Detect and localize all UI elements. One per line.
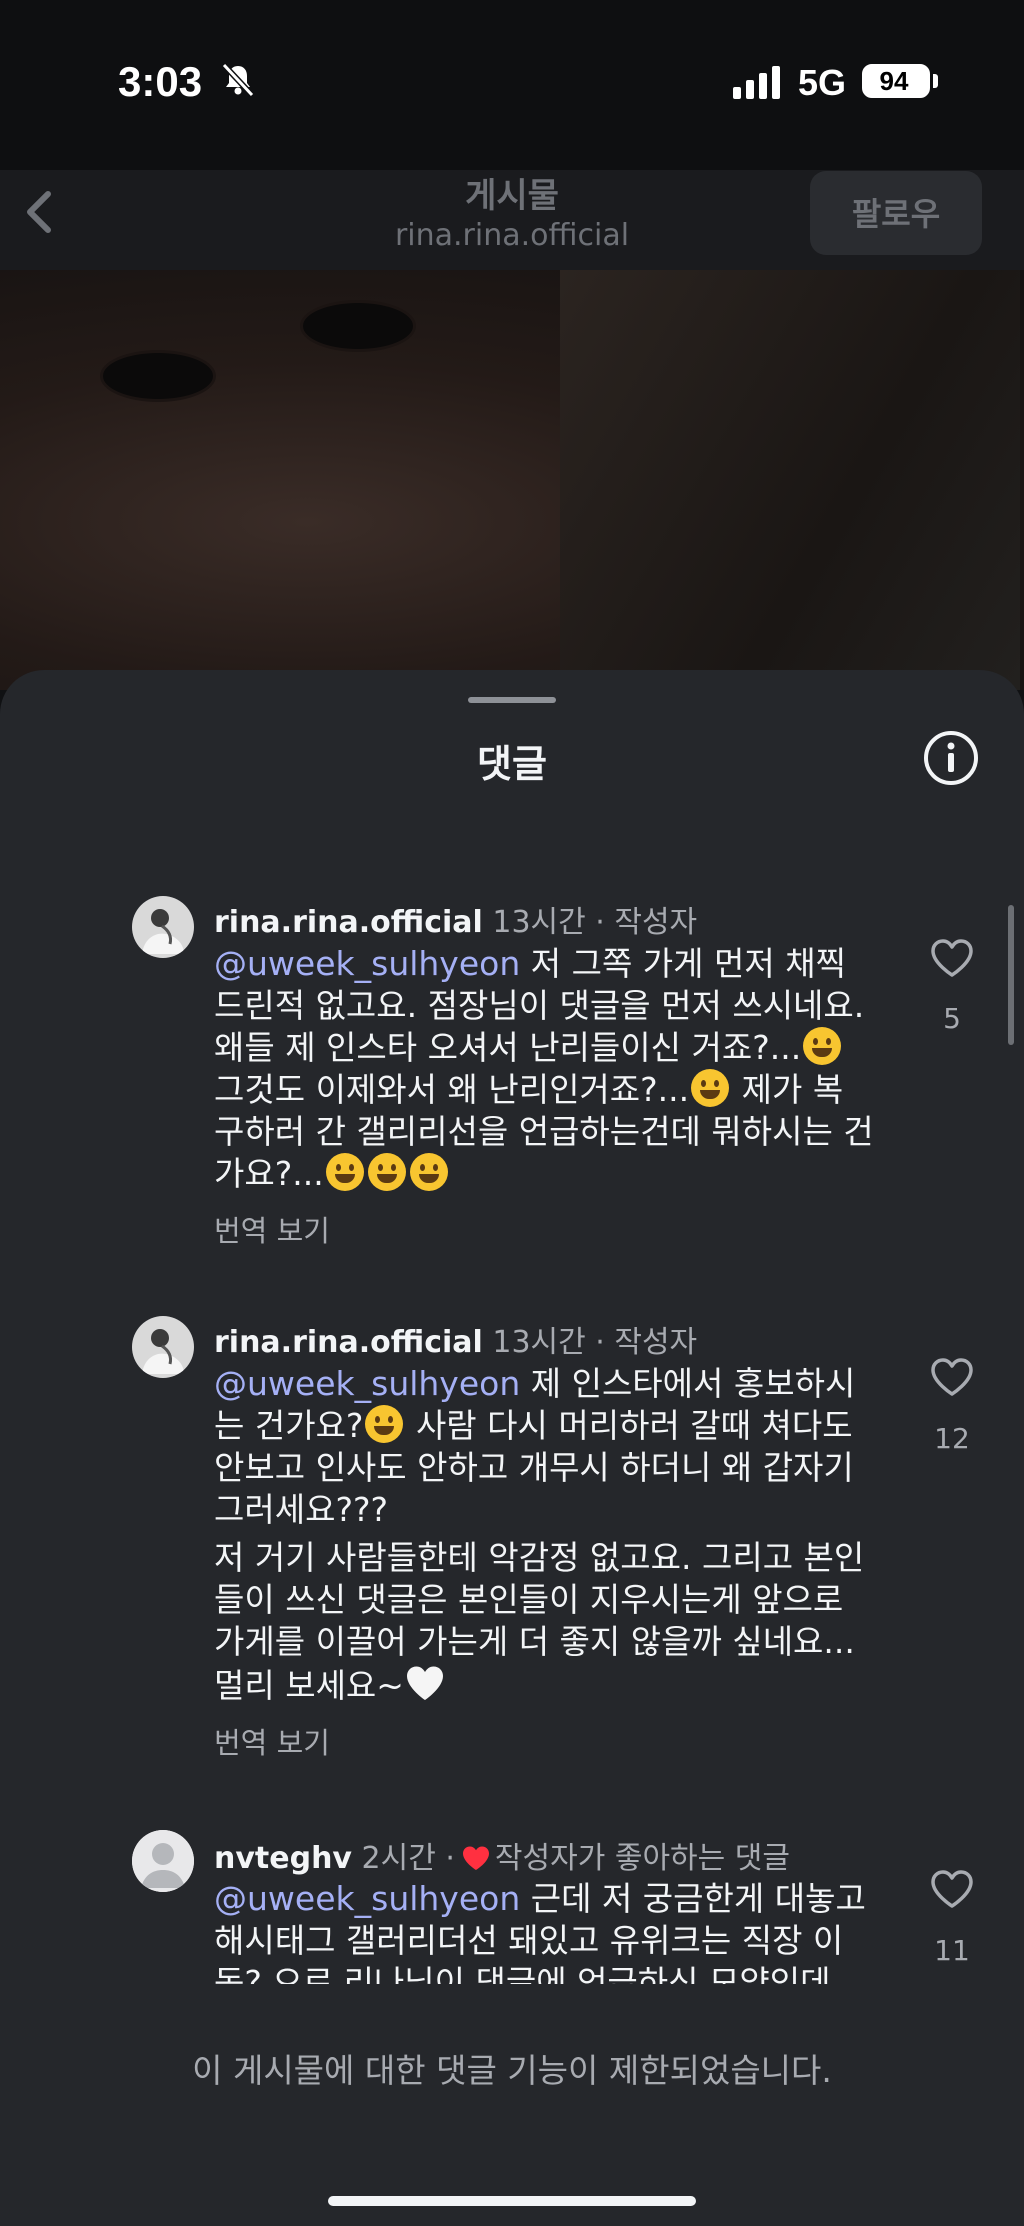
- like-count: 12: [934, 1422, 970, 1455]
- mention-link[interactable]: @uweek_sulhyeon: [214, 1879, 520, 1918]
- comment-text: 동? 으로 리나님이 댓글에 언급하신 모양인데: [214, 1963, 831, 1984]
- comment-username[interactable]: rina.rina.official: [214, 1325, 483, 1360]
- author-liked-heart-icon: [462, 1846, 489, 1870]
- photo-hair-region: [560, 270, 1020, 690]
- comment-text: 가게를 이끌어 가는게 더 좋지 않을까 싶네요...: [214, 1622, 855, 1661]
- grinning-face-emoji: [325, 1153, 364, 1191]
- comments-restricted-footer: [0, 1984, 1024, 2226]
- battery-icon: 94: [862, 64, 930, 98]
- clipped-previous-comment: [130, 812, 290, 820]
- mention-link[interactable]: @uweek_sulhyeon: [214, 944, 520, 983]
- battery-level: 94: [879, 66, 909, 96]
- comment-text: 안보고 인사도 안하고 개무시 하더니 왜 갑자기: [214, 1448, 854, 1487]
- cellular-signal-icon: [733, 63, 780, 99]
- home-indicator[interactable]: [328, 2196, 696, 2206]
- like-count: 5: [943, 1002, 961, 1035]
- scrollbar[interactable]: [1008, 905, 1014, 1045]
- comment-text: 그것도 이제와서 왜 난리인거죠?...: [214, 1070, 690, 1109]
- comment-body: @uweek_sulhyeon 저 그쪽 가게 먼저 채찍 드린적 없고요. 점…: [214, 943, 874, 1195]
- comment-text: 사람 다시 머리하러 갈때 쳐다도: [405, 1406, 853, 1445]
- post-photo: [0, 270, 1024, 690]
- comments-restricted-message: 이 게시물에 대한 댓글 기능이 제한되었습니다.: [192, 2051, 832, 2090]
- comment-body-paragraph: 저 거기 사람들한테 악감정 없고요. 그리고 본인 들이 쓰신 댓글은 본인들…: [214, 1537, 874, 1707]
- avatar[interactable]: [132, 1316, 194, 1378]
- comment-body: @uweek_sulhyeon 제 인스타에서 홍보하시 는 건가요? 사람 다…: [214, 1363, 874, 1531]
- avatar[interactable]: [132, 1830, 194, 1892]
- battery-tip: [933, 74, 938, 88]
- comment-body: @uweek_sulhyeon 근데 저 궁금한게 대놓고 해시태그 갤러리더선…: [214, 1878, 874, 1984]
- comment-username[interactable]: rina.rina.official: [214, 905, 483, 940]
- comment-text: 저 그쪽 가게 먼저 채찍: [520, 944, 846, 983]
- heart-icon[interactable]: [929, 1868, 975, 1910]
- comment-text: 그러세요???: [214, 1490, 388, 1529]
- avatar[interactable]: [132, 896, 194, 958]
- comment-text: 들이 쓰신 댓글은 본인들이 지우시는게 앞으로: [214, 1580, 844, 1619]
- comment-text: 멀리 보세요~: [214, 1666, 404, 1705]
- bell-muted-icon: [221, 62, 255, 98]
- comment-text: 근데 저 궁금한게 대놓고: [520, 1879, 866, 1918]
- heart-icon[interactable]: [929, 1356, 975, 1398]
- liked-by-author-label: 작성자가 좋아하는 댓글: [494, 1841, 790, 1876]
- like-count: 11: [934, 1934, 970, 1967]
- comment-meta: 13시간 · 작성자: [492, 905, 698, 940]
- comment-text: 구하러 간 갤리리선을 언급하는건데 뭐하시는 건: [214, 1112, 874, 1151]
- comment-text: 드린적 없고요. 점장님이 댓글을 먼저 쓰시네요.: [214, 986, 865, 1025]
- translate-link[interactable]: 번역 보기: [214, 1720, 330, 1762]
- sheet-drag-handle[interactable]: [468, 697, 556, 703]
- comment-text: 저 거기 사람들한테 악감정 없고요. 그리고 본인: [214, 1538, 865, 1577]
- tears-of-joy-emoji: [365, 1405, 404, 1443]
- default-avatar-icon: [132, 1830, 194, 1892]
- photo-eye-left: [100, 350, 216, 402]
- white-heart-emoji-icon: [406, 1666, 443, 1700]
- comment-text: 왜들 제 인스타 오셔서 난리들이신 거죠?...: [214, 1028, 802, 1067]
- status-time: 3:03: [118, 58, 203, 105]
- comment-text: 가요?...: [214, 1154, 324, 1193]
- comment-text: 는 건가요?: [214, 1406, 364, 1445]
- network-type: 5G: [798, 62, 847, 103]
- comments-title: 댓글: [477, 742, 547, 786]
- smiling-face-emoji: [691, 1069, 730, 1107]
- avatar-photo-icon: [132, 896, 194, 958]
- comment-username[interactable]: nvteghv: [214, 1841, 352, 1876]
- mention-link[interactable]: @uweek_sulhyeon: [214, 1364, 520, 1403]
- grinning-face-emoji: [367, 1153, 406, 1191]
- info-icon[interactable]: [922, 729, 980, 787]
- comment-meta: 13시간 · 작성자: [492, 1325, 698, 1360]
- translate-link[interactable]: 번역 보기: [214, 1208, 330, 1250]
- photo-eye-right: [300, 300, 416, 352]
- heart-icon[interactable]: [929, 937, 975, 979]
- comment-text: 제가 복: [731, 1070, 844, 1109]
- comment-text: 제 인스타에서 홍보하시: [520, 1364, 856, 1403]
- smiling-face-emoji: [803, 1027, 842, 1065]
- avatar-photo-icon: [132, 1316, 194, 1378]
- comment-meta: 2시간 ·: [361, 1841, 455, 1876]
- grinning-face-emoji: [409, 1153, 448, 1191]
- comment-text: 해시태그 갤러리더선 돼있고 유위크는 직장 이: [214, 1921, 844, 1960]
- follow-button[interactable]: 팔로우: [810, 171, 982, 255]
